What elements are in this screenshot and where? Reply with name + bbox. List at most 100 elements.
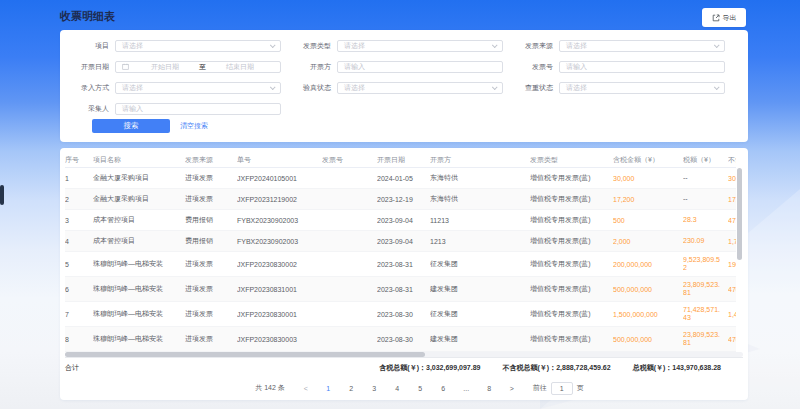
entry-method-select[interactable]: 请选择	[115, 82, 281, 94]
table-cell: 珠穆朗玛峰—电梯安装	[93, 284, 185, 294]
table-cell: 2	[65, 196, 93, 203]
collector-input[interactable]: 请输入	[115, 103, 281, 115]
filter-project: 项目 请选择	[65, 40, 281, 52]
dup-status-select[interactable]: 请选择	[559, 82, 725, 94]
page-button[interactable]: 2	[344, 385, 359, 392]
table-row[interactable]: 1金融大厦采购项目进项发票JXFP202401050012024-01-05东海…	[65, 168, 736, 189]
table-cell: 230.09	[683, 237, 728, 245]
table-cell: FYBX20230902003	[237, 217, 322, 224]
table-cell: 进项发票	[185, 259, 237, 269]
table-cell: 71,428,571.43	[683, 306, 728, 322]
table-cell: 17,200	[613, 196, 683, 203]
table-cell: 增值税专用发票(蓝)	[530, 309, 613, 319]
table-cell: FYBX20230902003	[237, 238, 322, 245]
filter-collector: 采集人 请输入	[65, 103, 281, 115]
column-header: 开票方	[430, 155, 530, 165]
table-row[interactable]: 5珠穆朗玛峰—电梯安装进项发票JXFP202308300022023-08-31…	[65, 252, 736, 277]
filter-label: 验真状态	[287, 83, 337, 93]
filter-label: 发票来源	[509, 41, 559, 51]
total-with-tax: 含税总额(￥)：3,032,699,097.89	[379, 363, 480, 373]
page-button[interactable]: 4	[390, 385, 405, 392]
table-cell: --	[683, 174, 728, 182]
table-cell: 500,000,000	[613, 286, 683, 293]
project-select[interactable]: 请选择	[115, 40, 281, 52]
chevron-down-icon	[270, 84, 276, 90]
table-cell: 增值税专用发票(蓝)	[530, 259, 613, 269]
search-button[interactable]: 搜索	[92, 119, 170, 133]
column-header: 发票类型	[530, 155, 613, 165]
table-cell: 471.7	[728, 217, 736, 224]
goto-label: 前往	[533, 383, 547, 393]
verify-status-select[interactable]: 请选择	[337, 82, 503, 94]
vertical-scrollbar-thumb[interactable]	[737, 168, 742, 260]
table-cell: 190,476,190.48	[728, 261, 736, 268]
page-list: 1 2 3 4 5 6... 8	[317, 385, 501, 392]
table-row[interactable]: 3成本管控项目费用报销FYBX202309020032023-09-041121…	[65, 210, 736, 231]
invoice-type-select[interactable]: 请选择	[337, 40, 503, 52]
table-cell: 1,769.91	[728, 238, 736, 245]
table-cell: 进项发票	[185, 284, 237, 294]
table-cell: 30,000	[613, 175, 683, 182]
column-header: 不含税金额（¥）	[728, 155, 736, 165]
table-cell: --	[683, 195, 728, 203]
end-date-placeholder[interactable]: 结束日期	[206, 62, 274, 72]
page-ellipsis: ...	[459, 385, 474, 392]
issuer-input[interactable]: 请输入	[337, 61, 503, 73]
table-cell: 珠穆朗玛峰—电梯安装	[93, 309, 185, 319]
filter-verify-status: 验真状态 请选择	[287, 82, 503, 94]
column-header: 税额（¥）	[683, 155, 728, 165]
page-button[interactable]: 5	[413, 385, 428, 392]
page-button[interactable]: 8	[482, 385, 497, 392]
page-title: 收票明细表	[60, 9, 115, 24]
column-header: 序号	[65, 155, 93, 165]
chevron-down-icon	[270, 42, 276, 48]
table-cell: 进项发票	[185, 334, 237, 344]
column-header: 含税金额（¥）	[613, 155, 683, 165]
invoice-no-input[interactable]: 请输入	[559, 61, 725, 73]
table-cell: 珠穆朗玛峰—电梯安装	[93, 259, 185, 269]
table-cell: 7	[65, 311, 93, 318]
table-cell: 1,500,000,000	[613, 311, 683, 318]
table-cell: 200,000,000	[613, 261, 683, 268]
table-cell: 成本管控项目	[93, 236, 185, 246]
invoice-table: 序号项目名称发票来源单号发票号开票日期开票方发票类型含税金额（¥）税额（¥）不含…	[65, 152, 736, 352]
page-button[interactable]: 6	[436, 385, 451, 392]
left-edge-scrollbar[interactable]	[0, 185, 4, 205]
next-page-button[interactable]: >	[505, 385, 519, 392]
page-button[interactable]: 1	[321, 385, 336, 392]
table-cell: JXFP20240105001	[237, 175, 322, 182]
table-cell: 23,809,523.81	[683, 331, 728, 347]
filter-issuer: 开票方 请输入	[287, 61, 503, 73]
table-row[interactable]: 8珠穆朗玛峰—电梯安装进项发票JXFP202308300032023-08-30…	[65, 327, 736, 352]
table-cell: 费用报销	[185, 215, 237, 225]
chevron-down-icon	[714, 42, 720, 48]
goto-page-input[interactable]: 1	[551, 382, 573, 395]
summary-row: 合计 含税总额(￥)：3,032,699,097.89 不含税总额(￥)：2,8…	[65, 357, 743, 377]
table-row[interactable]: 7珠穆朗玛峰—电梯安装进项发票JXFP202308300012023-08-30…	[65, 302, 736, 327]
prev-page-button[interactable]: <	[299, 385, 313, 392]
table-row[interactable]: 2金融大厦采购项目进项发票JXFP202312190022023-12-19东海…	[65, 189, 736, 210]
clear-search-button[interactable]: 清空搜索	[180, 121, 208, 131]
chevron-down-icon	[714, 84, 720, 90]
filter-label: 录入方式	[65, 83, 115, 93]
filter-invoice-no: 发票号 请输入	[509, 61, 725, 73]
table-cell: 3	[65, 217, 93, 224]
start-date-placeholder[interactable]: 开始日期	[131, 62, 199, 72]
table-cell: 费用报销	[185, 236, 237, 246]
table-row[interactable]: 6珠穆朗玛峰—电梯安装进项发票JXFP202308310012023-08-31…	[65, 277, 736, 302]
invoice-source-select[interactable]: 请选择	[559, 40, 725, 52]
table-cell: 增值税专用发票(蓝)	[530, 284, 613, 294]
table-cell: 进项发票	[185, 309, 237, 319]
table-cell: 金融大厦采购项目	[93, 194, 185, 204]
table-cell: 增值税专用发票(蓝)	[530, 194, 613, 204]
column-header: 项目名称	[93, 155, 185, 165]
table-cell: 5	[65, 261, 93, 268]
export-label: 导出	[723, 13, 737, 23]
date-range-picker[interactable]: 开始日期 至 结束日期	[115, 61, 281, 73]
table-row[interactable]: 4成本管控项目费用报销FYBX202309020032023-09-041213…	[65, 231, 736, 252]
page-button[interactable]: 3	[367, 385, 382, 392]
filter-label: 发票类型	[287, 41, 337, 51]
table-cell: 建发集团	[430, 334, 530, 344]
table-cell: 增值税专用发票(蓝)	[530, 173, 613, 183]
export-button[interactable]: 导出	[702, 8, 746, 27]
